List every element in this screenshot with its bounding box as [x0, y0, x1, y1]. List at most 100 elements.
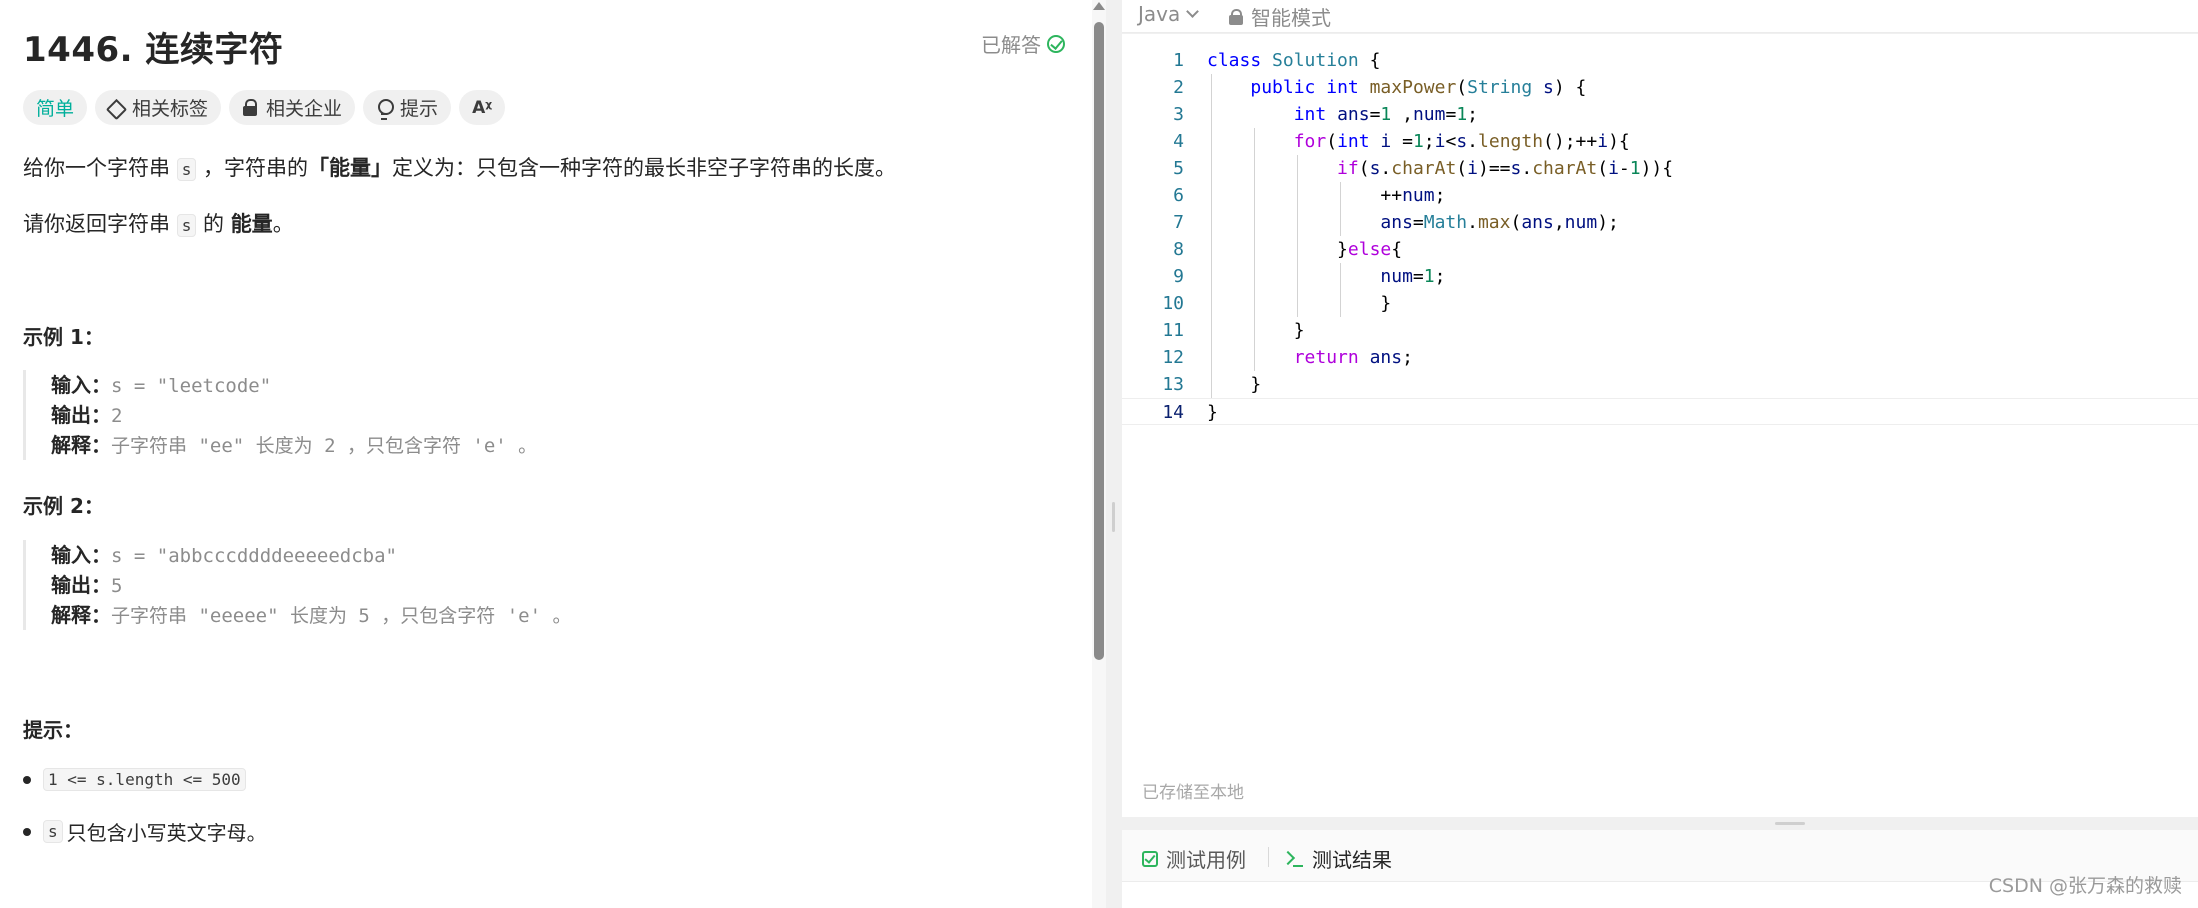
example-2-title: 示例 2： — [23, 494, 104, 518]
code-line: 7 ans=Math.max(ans,num); — [1122, 209, 2198, 236]
code-line: 9 num=1; — [1122, 263, 2198, 290]
language-label: Java — [1138, 2, 1181, 26]
input-value: s = "abbcccddddeeeeedcba" — [111, 545, 397, 567]
example-output: 输出：2 — [51, 400, 1073, 430]
code-line: 13 } — [1122, 371, 2198, 398]
desc-text: 的 — [196, 212, 231, 236]
line-number: 1 — [1173, 50, 1184, 71]
input-label: 输入： — [51, 543, 111, 567]
description-paragraph-1: 给你一个字符串 s ，字符串的「能量」定义为：只包含一种字符的最长非空子字符串的… — [23, 152, 896, 182]
code-line: 3 int ans=1 ,num=1; — [1122, 101, 2198, 128]
inline-code: s — [43, 820, 63, 843]
line-number: 4 — [1173, 131, 1184, 152]
line-number: 3 — [1173, 104, 1184, 125]
line-number: 11 — [1162, 320, 1184, 341]
translate-button[interactable]: Aᵡ — [459, 90, 506, 125]
input-value: s = "leetcode" — [111, 375, 272, 397]
difficulty-label: 简单 — [36, 98, 75, 120]
related-companies-label: 相关企业 — [266, 98, 343, 120]
hint-label: 提示 — [400, 98, 439, 120]
example-output: 输出：5 — [51, 570, 1073, 600]
code-text: class Solution { — [1207, 50, 1381, 71]
example-2-block: 输入：s = "abbcccddddeeeeedcba" 输出：5 解释：子字符… — [23, 540, 1073, 630]
scrollbar-thumb[interactable] — [1094, 22, 1104, 660]
explain-value: 子字符串 "ee" 长度为 2 ，只包含字符 'e' 。 — [111, 435, 538, 457]
watermark: CSDN @张万森的救赎 — [1988, 875, 2182, 897]
tab-testcase-label: 测试用例 — [1166, 848, 1246, 872]
code-area[interactable]: 1 class Solution { 2 public int maxPower(… — [1122, 47, 2198, 425]
code-line: 4 for(int i =1;i<s.length();++i){ — [1122, 128, 2198, 155]
drag-handle-icon[interactable] — [1112, 502, 1115, 532]
checkbox-icon — [1142, 850, 1158, 867]
line-number: 6 — [1173, 185, 1184, 206]
code-line: 5 if(s.charAt(i)==s.charAt(i-1)){ — [1122, 155, 2198, 182]
scroll-up-arrow-icon[interactable] — [1093, 2, 1105, 10]
explain-label: 解释： — [51, 603, 111, 627]
related-companies-button[interactable]: 相关企业 — [229, 90, 356, 125]
constraint-text: 只包含小写英文字母。 — [66, 821, 267, 845]
code-text: public int maxPower(String s) { — [1250, 77, 1587, 98]
example-1-block: 输入：s = "leetcode" 输出：2 解释：子字符串 "ee" 长度为 … — [23, 370, 1073, 460]
tab-divider — [1268, 847, 1269, 867]
desc-bold: 「能量」 — [308, 156, 393, 180]
lightbulb-icon — [376, 98, 395, 120]
related-tags-button[interactable]: 相关标签 — [95, 90, 222, 125]
solved-status: 已解答 — [981, 29, 1065, 58]
line-number: 2 — [1173, 77, 1184, 98]
problem-tags: 简单 相关标签 相关企业 提示 Aᵡ — [23, 90, 506, 125]
code-text: for(int i =1;i<s.length();++i){ — [1293, 131, 1630, 152]
language-selector[interactable]: Java — [1138, 2, 1200, 26]
mode-label: 智能模式 — [1251, 6, 1331, 30]
code-line: 2 public int maxPower(String s) { — [1122, 74, 2198, 101]
desc-text: 。 — [272, 212, 294, 236]
code-text: } — [1207, 402, 1218, 423]
code-text: } — [1207, 293, 1392, 314]
problem-panel: 1446. 连续字符 已解答 简单 相关标签 相关企业 提示 Aᵡ 给你一个字符… — [0, 0, 1092, 908]
code-line: 1 class Solution { — [1122, 47, 2198, 74]
tab-test-result-label: 测试结果 — [1312, 848, 1392, 872]
constraint-item: s 只包含小写英文字母。 — [23, 817, 267, 846]
code-text: }else{ — [1207, 239, 1403, 260]
bullet-icon — [23, 775, 31, 784]
tab-testcase[interactable]: 测试用例 — [1142, 844, 1246, 873]
solved-label: 已解答 — [981, 33, 1041, 57]
line-number: 10 — [1162, 293, 1184, 314]
line-number: 13 — [1162, 374, 1184, 395]
output-value: 5 — [111, 575, 123, 597]
code-text: ans=Math.max(ans,num); — [1380, 212, 1619, 233]
code-text: } — [1207, 320, 1305, 341]
tag-icon — [108, 99, 126, 117]
translate-icon: Aᵡ — [472, 97, 493, 118]
bullet-icon — [23, 827, 31, 836]
output-value: 2 — [111, 405, 123, 427]
saved-status: 已存储至本地 — [1142, 783, 1244, 803]
vertical-splitter[interactable] — [1106, 0, 1122, 908]
code-line: 11 } — [1122, 317, 2198, 344]
line-number: 12 — [1162, 347, 1184, 368]
code-editor[interactable]: 1 class Solution { 2 public int maxPower(… — [1122, 34, 2198, 817]
lock-icon — [1229, 8, 1243, 26]
inline-code: s — [176, 158, 197, 181]
desc-text: 给你一个字符串 — [23, 156, 177, 180]
example-explanation: 解释：子字符串 "eeeee" 长度为 5 ，只包含字符 'e' 。 — [51, 600, 1073, 630]
code-text: num=1; — [1380, 266, 1446, 287]
constraint-content: s 只包含小写英文字母。 — [43, 817, 267, 846]
code-line: 10 } — [1122, 290, 2198, 317]
editor-panel: Java 智能模式 1 class Solution { 2 public int… — [1122, 0, 2198, 908]
code-text: } — [1207, 374, 1262, 395]
inline-code: 1 <= s.length <= 500 — [43, 768, 246, 791]
example-input: 输入：s = "leetcode" — [51, 370, 1073, 400]
line-number: 9 — [1173, 266, 1184, 287]
hint-button[interactable]: 提示 — [363, 90, 452, 125]
chevron-down-icon — [1186, 4, 1200, 18]
desc-text: 请你返回字符串 — [23, 212, 177, 236]
example-input: 输入：s = "abbcccddddeeeeedcba" — [51, 540, 1073, 570]
constraints-title: 提示： — [23, 718, 83, 742]
tab-test-result[interactable]: 测试结果 — [1282, 844, 1392, 873]
explain-value: 子字符串 "eeeee" 长度为 5 ，只包含字符 'e' 。 — [111, 605, 572, 627]
code-text: if(s.charAt(i)==s.charAt(i-1)){ — [1337, 158, 1674, 179]
horizontal-splitter-handle[interactable] — [1775, 822, 1805, 825]
example-explanation: 解释：子字符串 "ee" 长度为 2 ，只包含字符 'e' 。 — [51, 430, 1073, 460]
smart-mode-toggle[interactable]: 智能模式 — [1229, 2, 1331, 31]
editor-toolbar: Java 智能模式 — [1122, 0, 2198, 33]
